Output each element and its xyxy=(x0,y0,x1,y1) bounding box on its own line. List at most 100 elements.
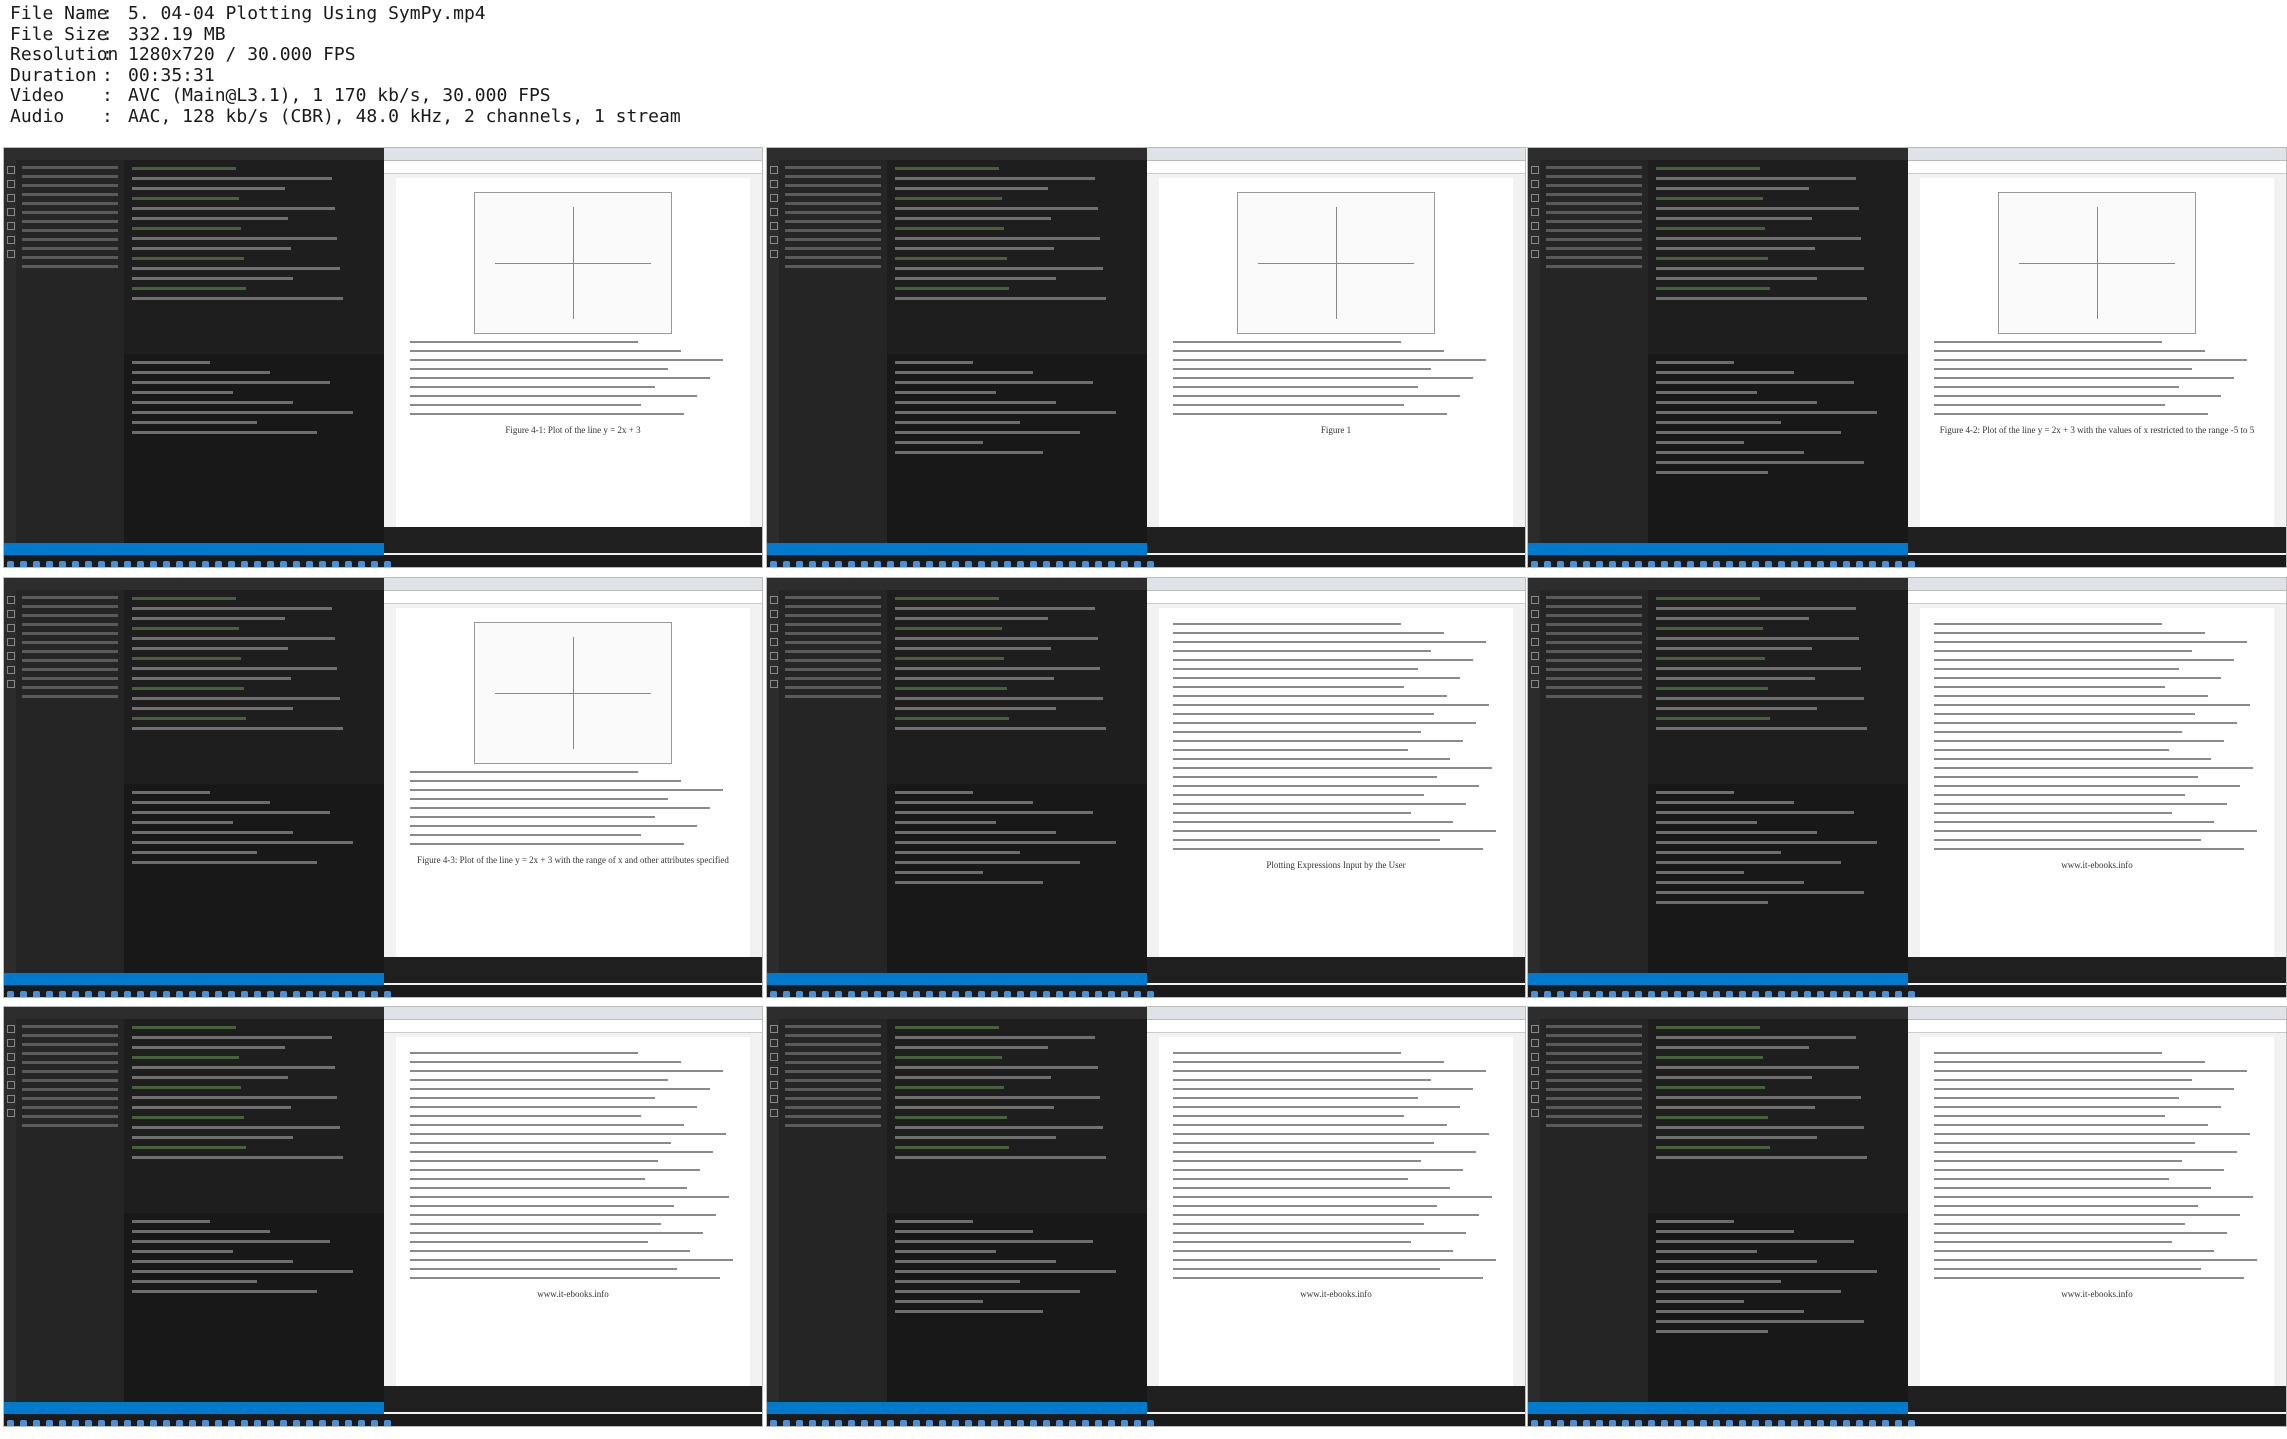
taskbar-app-icon[interactable] xyxy=(796,991,803,997)
explorer-item[interactable] xyxy=(1546,668,1642,671)
taskbar-app-icon[interactable] xyxy=(1082,991,1089,997)
browser-address-bar[interactable] xyxy=(384,1020,762,1033)
taskbar-app-icon[interactable] xyxy=(1752,561,1759,567)
taskbar-app-icon[interactable] xyxy=(293,561,300,567)
taskbar-app-icon[interactable] xyxy=(1596,561,1603,567)
explorer-item[interactable] xyxy=(785,211,881,214)
explorer-item[interactable] xyxy=(1546,1097,1642,1100)
taskbar-app-icon[interactable] xyxy=(1622,561,1629,567)
activity-bar-icon[interactable] xyxy=(1531,180,1539,188)
taskbar-app-icon[interactable] xyxy=(887,991,894,997)
taskbar-app-icon[interactable] xyxy=(1134,991,1141,997)
taskbar-app-icon[interactable] xyxy=(1544,991,1551,997)
activity-bar-icon[interactable] xyxy=(1531,638,1539,646)
taskbar-app-icon[interactable] xyxy=(371,991,378,997)
activity-bar-icon[interactable] xyxy=(7,1109,15,1117)
activity-bar-icon[interactable] xyxy=(1531,236,1539,244)
taskbar-app-icon[interactable] xyxy=(371,561,378,567)
page-navigation-bar[interactable] xyxy=(1908,1386,2286,1412)
taskbar-app-icon[interactable] xyxy=(319,991,326,997)
activity-bar-icon[interactable] xyxy=(7,1039,15,1047)
explorer-item[interactable] xyxy=(22,238,118,241)
explorer-item[interactable] xyxy=(785,605,881,608)
taskbar-app-icon[interactable] xyxy=(280,991,287,997)
taskbar-app-icon[interactable] xyxy=(33,991,40,997)
taskbar-app-icon[interactable] xyxy=(770,561,777,567)
taskbar-app-icon[interactable] xyxy=(150,991,157,997)
taskbar-app-icon[interactable] xyxy=(1609,1420,1616,1426)
taskbar-app-icon[interactable] xyxy=(848,991,855,997)
explorer-item[interactable] xyxy=(22,650,118,653)
taskbar-app-icon[interactable] xyxy=(1674,561,1681,567)
activity-bar-icon[interactable] xyxy=(7,194,15,202)
explorer-item[interactable] xyxy=(1546,247,1642,250)
explorer-item[interactable] xyxy=(22,220,118,223)
explorer-item[interactable] xyxy=(22,1061,118,1064)
taskbar-app-icon[interactable] xyxy=(1700,1420,1707,1426)
taskbar-app-icon[interactable] xyxy=(1739,991,1746,997)
taskbar-app-icon[interactable] xyxy=(1830,561,1837,567)
taskbar-app-icon[interactable] xyxy=(1056,561,1063,567)
explorer-item[interactable] xyxy=(22,229,118,232)
activity-bar-icon[interactable] xyxy=(7,666,15,674)
activity-bar-icon[interactable] xyxy=(7,250,15,258)
taskbar-app-icon[interactable] xyxy=(306,561,313,567)
taskbar-app-icon[interactable] xyxy=(1830,1420,1837,1426)
taskbar-app-icon[interactable] xyxy=(1069,1420,1076,1426)
activity-bar-icon[interactable] xyxy=(7,208,15,216)
taskbar-app-icon[interactable] xyxy=(111,1420,118,1426)
explorer-item[interactable] xyxy=(1546,695,1642,698)
explorer-item[interactable] xyxy=(22,211,118,214)
taskbar-app-icon[interactable] xyxy=(783,561,790,567)
taskbar-app-icon[interactable] xyxy=(1095,991,1102,997)
taskbar-app-icon[interactable] xyxy=(809,1420,816,1426)
explorer-item[interactable] xyxy=(785,596,881,599)
taskbar-app-icon[interactable] xyxy=(1017,991,1024,997)
taskbar-app-icon[interactable] xyxy=(1791,991,1798,997)
taskbar-app-icon[interactable] xyxy=(1531,991,1538,997)
explorer-item[interactable] xyxy=(22,1079,118,1082)
taskbar-app-icon[interactable] xyxy=(1017,1420,1024,1426)
explorer-item[interactable] xyxy=(785,220,881,223)
terminal-panel[interactable] xyxy=(1648,784,1908,973)
taskbar-app-icon[interactable] xyxy=(189,991,196,997)
browser-tab-bar[interactable] xyxy=(1147,578,1525,591)
explorer-item[interactable] xyxy=(22,632,118,635)
taskbar-app-icon[interactable] xyxy=(111,991,118,997)
explorer-item[interactable] xyxy=(22,668,118,671)
taskbar-app-icon[interactable] xyxy=(124,991,131,997)
taskbar-app-icon[interactable] xyxy=(7,991,14,997)
taskbar-app-icon[interactable] xyxy=(1570,1420,1577,1426)
explorer-item[interactable] xyxy=(22,695,118,698)
taskbar-app-icon[interactable] xyxy=(1752,1420,1759,1426)
page-navigation-bar[interactable] xyxy=(1147,957,1525,983)
activity-bar-icon[interactable] xyxy=(770,1109,778,1117)
taskbar-app-icon[interactable] xyxy=(1557,991,1564,997)
browser-address-bar[interactable] xyxy=(1147,161,1525,174)
taskbar-app-icon[interactable] xyxy=(358,991,365,997)
activity-bar-icon[interactable] xyxy=(7,652,15,660)
taskbar-app-icon[interactable] xyxy=(1843,561,1850,567)
taskbar-app-icon[interactable] xyxy=(384,1420,391,1426)
activity-bar-icon[interactable] xyxy=(7,1025,15,1033)
explorer-item[interactable] xyxy=(1546,632,1642,635)
taskbar-app-icon[interactable] xyxy=(874,1420,881,1426)
terminal-panel[interactable] xyxy=(1648,354,1908,543)
taskbar-app-icon[interactable] xyxy=(1544,1420,1551,1426)
activity-bar-icon[interactable] xyxy=(770,680,778,688)
taskbar-app-icon[interactable] xyxy=(1869,1420,1876,1426)
activity-bar-icon[interactable] xyxy=(770,652,778,660)
taskbar-app-icon[interactable] xyxy=(1635,561,1642,567)
taskbar-app-icon[interactable] xyxy=(215,991,222,997)
taskbar-app-icon[interactable] xyxy=(1622,1420,1629,1426)
page-navigation-bar[interactable] xyxy=(384,527,762,553)
activity-bar-icon[interactable] xyxy=(770,1067,778,1075)
taskbar-app-icon[interactable] xyxy=(228,561,235,567)
taskbar-app-icon[interactable] xyxy=(783,1420,790,1426)
terminal-panel[interactable] xyxy=(1648,1213,1908,1402)
taskbar-app-icon[interactable] xyxy=(809,991,816,997)
taskbar-app-icon[interactable] xyxy=(85,991,92,997)
taskbar-app-icon[interactable] xyxy=(1856,991,1863,997)
explorer-item[interactable] xyxy=(22,659,118,662)
explorer-item[interactable] xyxy=(785,1034,881,1037)
